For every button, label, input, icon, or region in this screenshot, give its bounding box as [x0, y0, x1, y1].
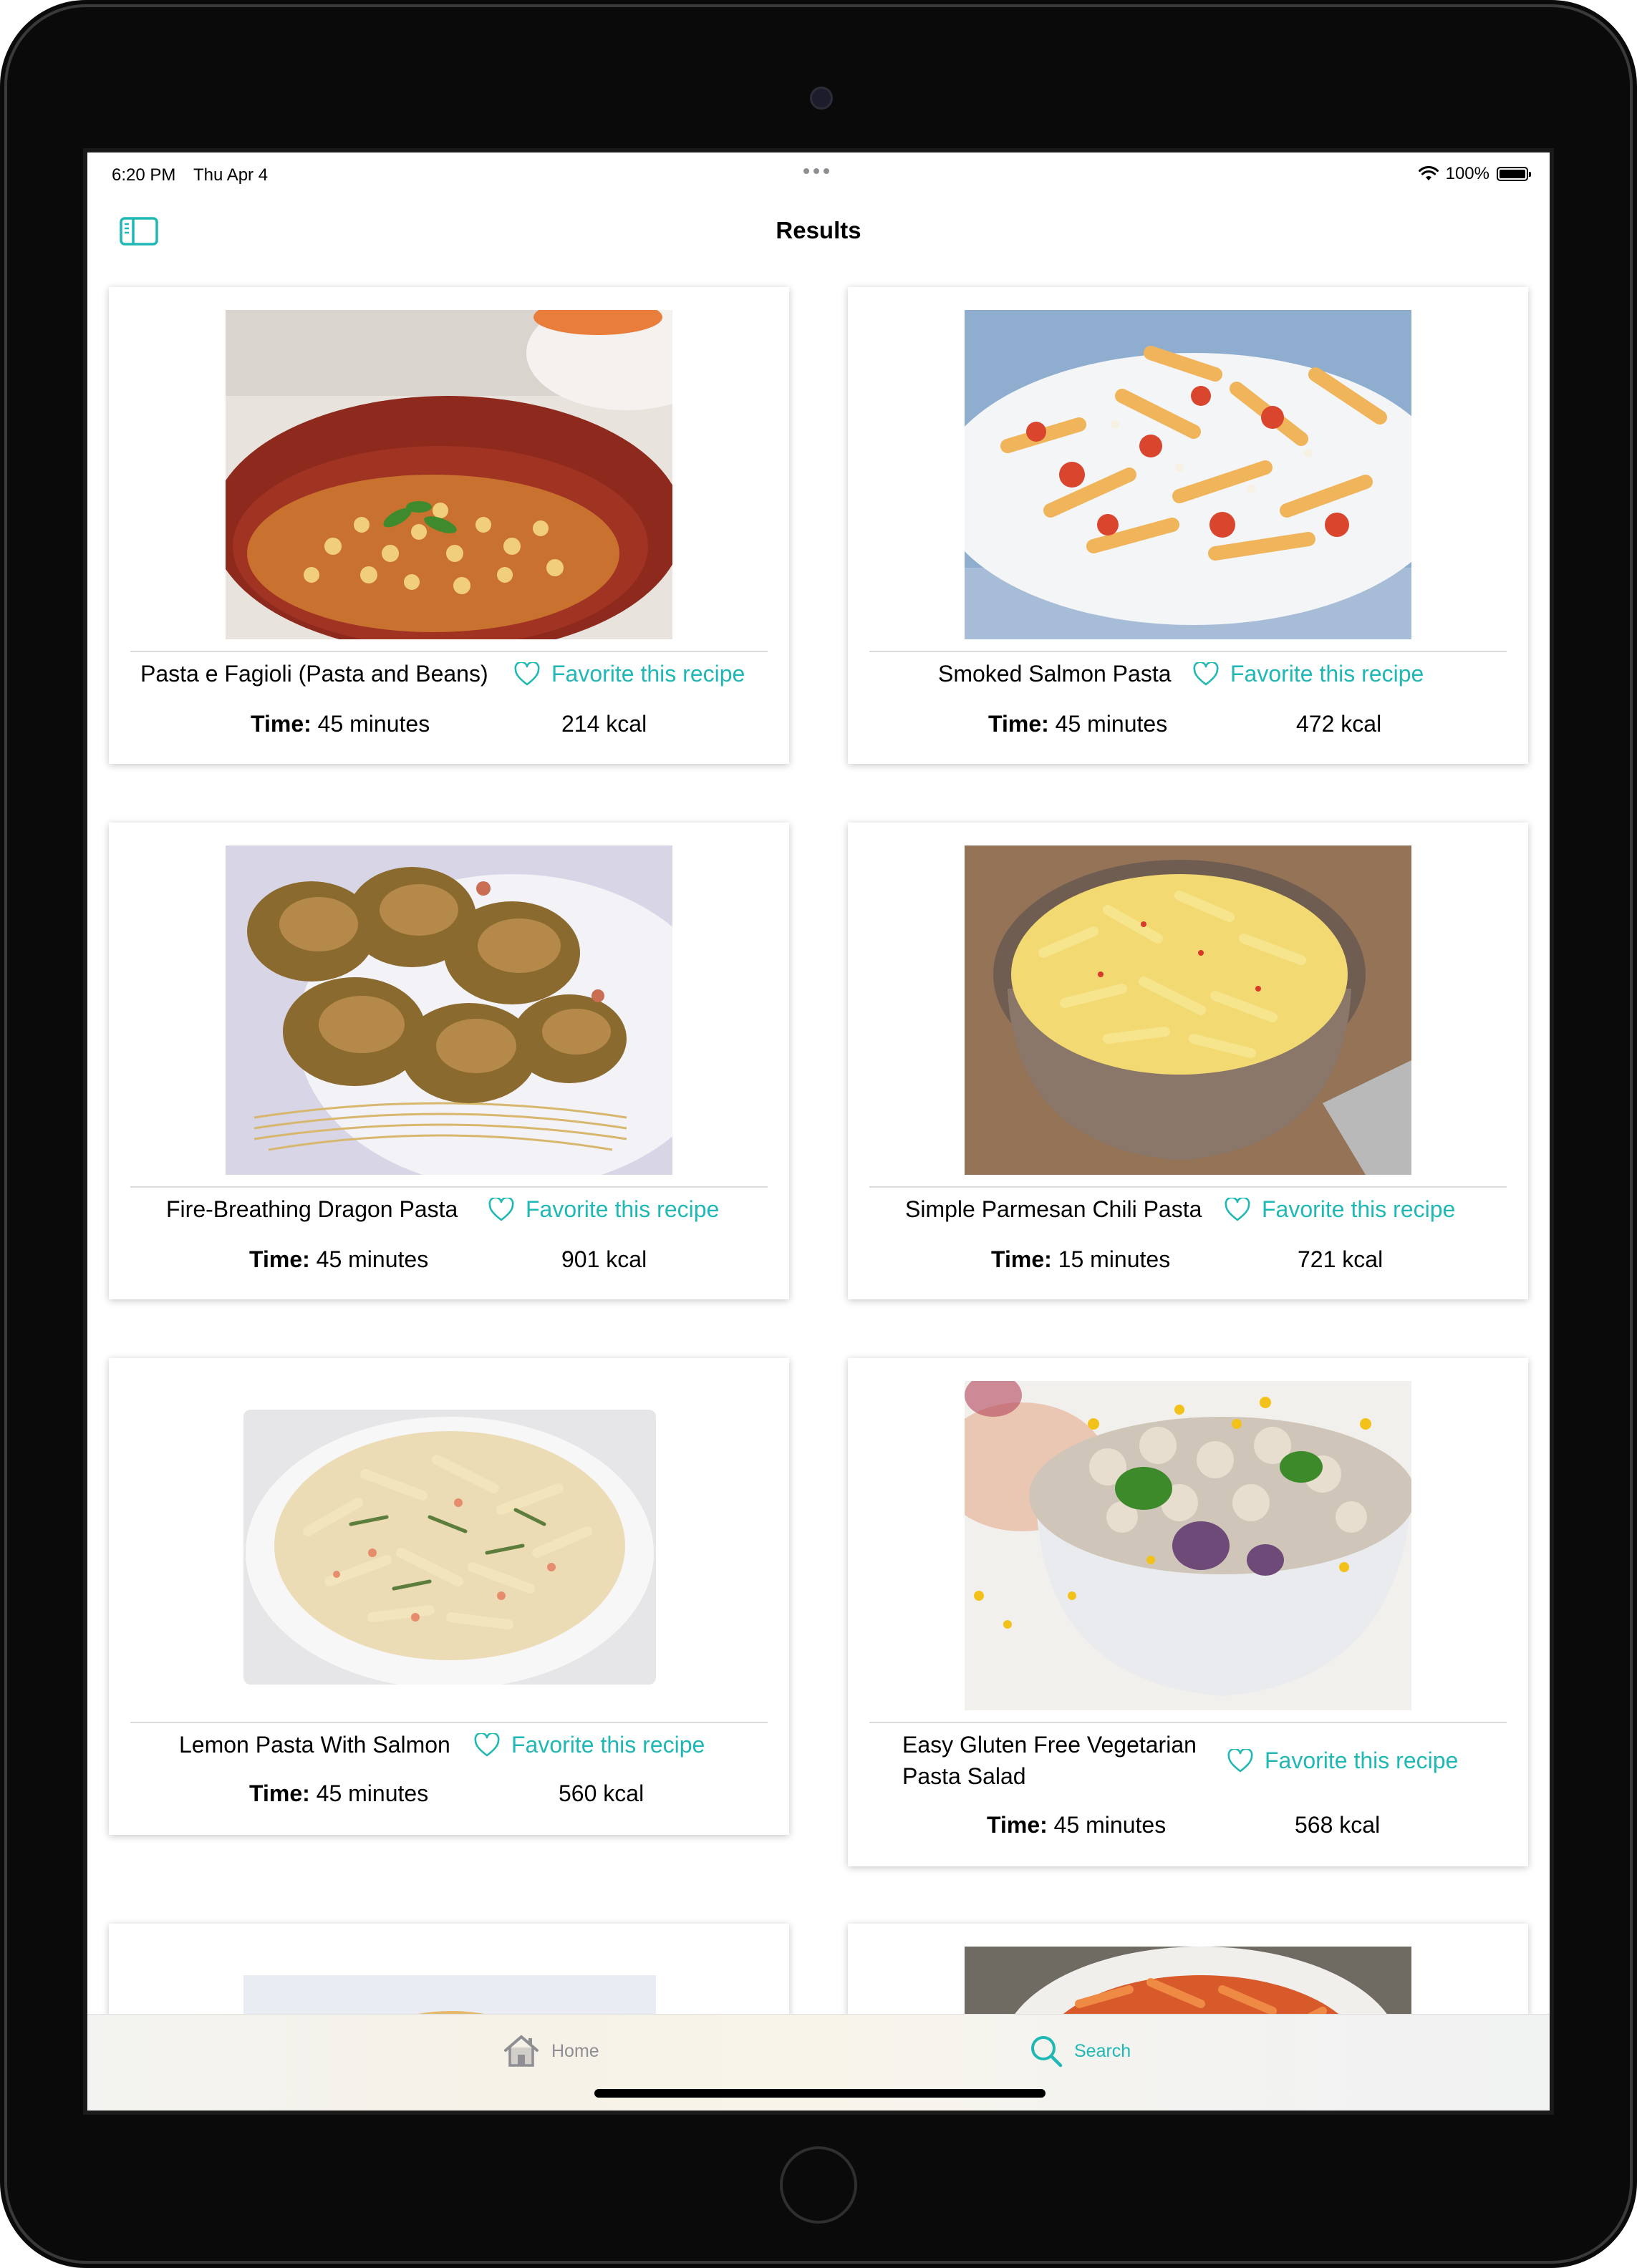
- recipe-title: Fire-Breathing Dragon Pasta: [166, 1196, 458, 1222]
- time-label: Time:: [988, 711, 1049, 737]
- heart-icon: [1227, 1748, 1253, 1772]
- navigation-bar: Results: [87, 195, 1550, 274]
- recipe-kcal: 472 kcal: [1296, 711, 1382, 737]
- wifi-icon: [1418, 166, 1439, 180]
- card-divider: [869, 1722, 1507, 1723]
- card-divider: [130, 651, 768, 652]
- favorite-label: Favorite this recipe: [1265, 1748, 1459, 1773]
- favorite-label: Favorite this recipe: [1230, 661, 1424, 687]
- status-date: Thu Apr 4: [193, 165, 269, 185]
- tab-home-label: Home: [551, 2040, 599, 2061]
- recipe-time: Time: 45 minutes: [987, 1812, 1166, 1838]
- tab-bar: Home Search: [87, 2014, 1550, 2110]
- favorite-button[interactable]: Favorite this recipe: [488, 1196, 719, 1223]
- time-label: Time:: [251, 711, 312, 737]
- recipe-title: Pasta e Fagioli (Pasta and Beans): [140, 661, 488, 687]
- house-icon: [504, 2035, 539, 2067]
- favorite-button[interactable]: Favorite this recipe: [474, 1732, 705, 1758]
- heart-icon: [474, 1732, 500, 1756]
- recipe-kcal: 901 kcal: [561, 1246, 647, 1272]
- device-frame: 6:20 PM Thu Apr 4 100% Results Pasta e F…: [0, 0, 1637, 2268]
- search-icon: [1031, 2036, 1063, 2068]
- heart-icon: [1193, 662, 1219, 685]
- recipe-card[interactable]: Fire-Breathing Dragon Pasta Favorite thi…: [109, 823, 789, 1299]
- recipe-kcal: 721 kcal: [1298, 1246, 1384, 1272]
- time-value: 45 minutes: [317, 711, 430, 737]
- hardware-home-button: [780, 2146, 857, 2224]
- favorite-button[interactable]: Favorite this recipe: [1227, 1748, 1458, 1774]
- recipe-kcal: 560 kcal: [559, 1780, 644, 1806]
- favorite-button[interactable]: Favorite this recipe: [514, 661, 745, 687]
- card-divider: [130, 1186, 768, 1188]
- recipe-title: Smoked Salmon Pasta: [938, 661, 1172, 687]
- recipe-image[interactable]: [243, 1410, 656, 1685]
- time-value: 45 minutes: [1053, 1812, 1167, 1838]
- recipe-time: Time: 45 minutes: [249, 1780, 428, 1807]
- recipe-card[interactable]: Easy Gluten Free Vegetarian Pasta Salad …: [848, 1358, 1528, 1866]
- recipe-card[interactable]: Simple Parmesan Chili Pasta Favorite thi…: [848, 823, 1528, 1299]
- favorite-label: Favorite this recipe: [511, 1732, 705, 1758]
- heart-icon: [1225, 1197, 1250, 1221]
- time-value: 45 minutes: [316, 1246, 429, 1272]
- card-divider: [869, 1186, 1507, 1188]
- card-divider: [869, 651, 1507, 652]
- recipe-title: Lemon Pasta With Salmon: [179, 1732, 450, 1758]
- recipe-time: Time: 45 minutes: [988, 711, 1167, 737]
- recipe-card[interactable]: Smoked Salmon Pasta Favorite this recipe…: [848, 287, 1528, 764]
- recipe-title: Easy Gluten Free Vegetarian Pasta Salad: [902, 1732, 1197, 1789]
- recipe-kcal: 568 kcal: [1295, 1812, 1381, 1838]
- favorite-label: Favorite this recipe: [1262, 1196, 1456, 1222]
- recipe-time: Time: 45 minutes: [251, 711, 430, 737]
- heart-icon: [488, 1197, 514, 1221]
- favorite-button[interactable]: Favorite this recipe: [1225, 1196, 1455, 1223]
- tab-search[interactable]: Search: [1030, 2035, 1131, 2068]
- favorite-button[interactable]: Favorite this recipe: [1193, 661, 1424, 687]
- recipe-title: Simple Parmesan Chili Pasta: [905, 1196, 1202, 1222]
- status-indicators: 100%: [1418, 164, 1531, 184]
- time-value: 15 minutes: [1058, 1246, 1171, 1272]
- status-time: 6:20 PM: [112, 165, 176, 185]
- recipe-time: Time: 15 minutes: [991, 1246, 1170, 1273]
- recipe-time: Time: 45 minutes: [249, 1246, 428, 1273]
- recipe-image[interactable]: [965, 310, 1411, 639]
- recipe-kcal: 214 kcal: [561, 711, 647, 737]
- page-title: Results: [776, 217, 861, 243]
- recipe-image[interactable]: [226, 845, 672, 1175]
- time-label: Time:: [991, 1246, 1052, 1272]
- recipe-image[interactable]: [226, 310, 672, 639]
- time-value: 45 minutes: [316, 1780, 429, 1806]
- card-divider: [130, 1722, 768, 1723]
- home-indicator[interactable]: [594, 2089, 1046, 2098]
- recipe-image[interactable]: [965, 1381, 1411, 1710]
- tab-search-label: Search: [1074, 2040, 1131, 2061]
- time-value: 45 minutes: [1055, 711, 1168, 737]
- heart-icon: [514, 662, 540, 685]
- time-label: Time:: [249, 1246, 310, 1272]
- recipe-card[interactable]: Pasta e Fagioli (Pasta and Beans) Favori…: [109, 287, 789, 764]
- multitasking-dots[interactable]: [803, 168, 829, 174]
- recipe-image[interactable]: [965, 845, 1411, 1175]
- status-bar: 6:20 PM Thu Apr 4 100%: [87, 152, 1550, 195]
- battery-percent: 100%: [1445, 164, 1489, 183]
- time-label: Time:: [249, 1780, 310, 1806]
- time-label: Time:: [987, 1812, 1048, 1838]
- tab-home[interactable]: Home: [503, 2035, 599, 2068]
- screen: 6:20 PM Thu Apr 4 100% Results Pasta e F…: [83, 148, 1554, 2115]
- front-camera: [810, 87, 833, 110]
- battery-icon: [1497, 167, 1531, 181]
- favorite-label: Favorite this recipe: [551, 661, 745, 687]
- favorite-label: Favorite this recipe: [526, 1196, 720, 1222]
- recipe-card[interactable]: Lemon Pasta With Salmon Favorite this re…: [109, 1358, 789, 1835]
